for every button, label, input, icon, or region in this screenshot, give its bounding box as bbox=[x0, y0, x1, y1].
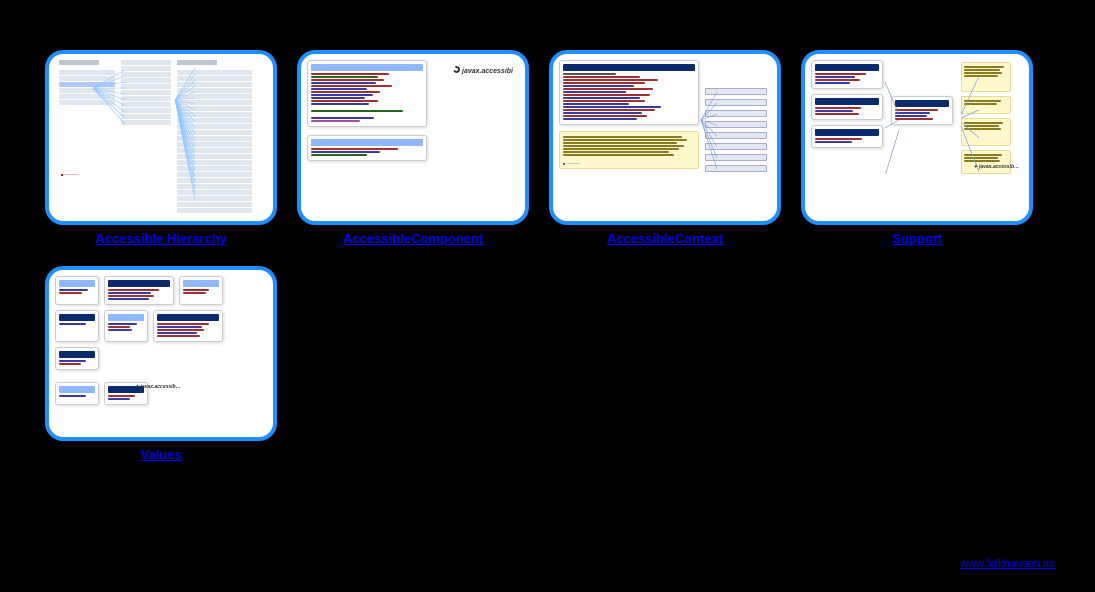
thumb-accessible-component[interactable]: javax.accessibi bbox=[297, 50, 529, 225]
package-label: javax.accessibi bbox=[462, 68, 513, 75]
footer-link[interactable]: www.falkhausen.de bbox=[960, 558, 1055, 570]
diagram-item-values: ✦ javax.accessib… Values bbox=[45, 266, 277, 462]
thumb-accessible-context[interactable]: ■ ───── bbox=[549, 50, 781, 225]
thumb-accessible-hierarchy[interactable]: ■ ───── bbox=[45, 50, 277, 225]
diagram-grid: ■ ───── bbox=[0, 0, 1095, 462]
thumb-values[interactable]: ✦ javax.accessib… bbox=[45, 266, 277, 441]
caption-accessible-context[interactable]: AccessibleContext bbox=[607, 231, 723, 246]
caption-values[interactable]: Values bbox=[140, 447, 181, 462]
thumb-support[interactable]: ✦ javax.accessib… bbox=[801, 50, 1033, 225]
diagram-item-accessible-context: ■ ───── AccessibleContext bbox=[549, 50, 781, 246]
diagram-item-accessible-component: javax.accessibi bbox=[297, 50, 529, 246]
caption-accessible-hierarchy[interactable]: Accessible Hierarchy bbox=[95, 231, 227, 246]
diagram-item-accessible-hierarchy: ■ ───── bbox=[45, 50, 277, 246]
caption-accessible-component[interactable]: AccessibleComponent bbox=[343, 231, 483, 246]
diagram-item-support: ✦ javax.accessib… Support bbox=[801, 50, 1033, 246]
caption-support[interactable]: Support bbox=[892, 231, 942, 246]
